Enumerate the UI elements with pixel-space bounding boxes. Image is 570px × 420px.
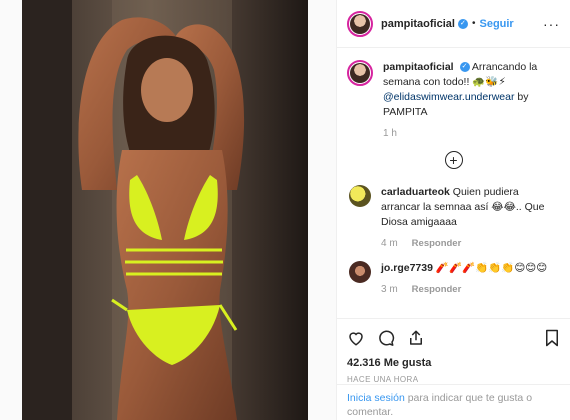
comment-meta: 3 m Responder xyxy=(381,282,560,297)
comment-time[interactable]: 3 m xyxy=(381,282,398,297)
reply-button[interactable]: Responder xyxy=(412,236,462,251)
reply-button[interactable]: Responder xyxy=(412,282,462,297)
more-options-icon[interactable]: ··· xyxy=(543,17,560,31)
login-link[interactable]: Inicia sesión xyxy=(347,392,405,404)
caption-body: pampitaoficial ✓ Arrancando la semana co… xyxy=(383,60,560,141)
caption-meta: 1 h xyxy=(383,126,560,141)
commenter-avatar[interactable] xyxy=(349,261,371,283)
comments-list: pampitaoficial ✓ Arrancando la semana co… xyxy=(337,48,570,318)
post-header: pampitaoficial ✓ • Seguir ··· xyxy=(337,0,570,48)
share-icon[interactable] xyxy=(407,329,425,347)
post-photo[interactable] xyxy=(22,0,308,420)
caption-mention-link[interactable]: @elidaswimwear.underwear xyxy=(383,91,514,103)
bookmark-icon[interactable] xyxy=(544,329,560,347)
verified-badge-icon: ✓ xyxy=(457,18,468,29)
post-actions: 42.316 Me gusta HACE UNA HORA xyxy=(337,318,570,384)
comment-time[interactable]: 4 m xyxy=(381,236,398,251)
login-prompt: Inicia sesión para indicar que te gusta … xyxy=(337,384,570,419)
commenter-avatar[interactable] xyxy=(349,185,371,207)
post-image xyxy=(22,0,308,420)
plus-circle-icon[interactable]: + xyxy=(444,151,463,169)
action-icons xyxy=(347,327,560,349)
heart-icon[interactable] xyxy=(347,329,365,347)
caption-time[interactable]: 1 h xyxy=(383,126,397,141)
comment-username[interactable]: jo.rge7739 xyxy=(381,262,433,274)
comment-body: jo.rge7739 🧨🧨🧨👏👏👏😊😊😊 3 m Responder xyxy=(381,261,560,297)
author-avatar[interactable] xyxy=(347,10,373,37)
caption-avatar[interactable] xyxy=(347,60,373,86)
comment-item: jo.rge7739 🧨🧨🧨👏👏👏😊😊😊 3 m Responder xyxy=(347,261,560,297)
comment-text: 🧨🧨🧨👏👏👏😊😊😊 xyxy=(435,262,548,274)
comment-username[interactable]: carladuarteok xyxy=(381,186,450,198)
comment-icon[interactable] xyxy=(377,329,395,347)
likes-count[interactable]: 42.316 Me gusta xyxy=(347,357,560,369)
verified-badge-icon: ✓ xyxy=(459,62,470,73)
comment-body: carladuarteok Quien pudiera arrancar la … xyxy=(381,185,560,251)
post-details-panel: pampitaoficial ✓ • Seguir ··· pampitaofi… xyxy=(336,0,570,420)
caption-username[interactable]: pampitaoficial xyxy=(383,61,454,73)
load-more-row: + xyxy=(347,151,560,169)
author-username[interactable]: pampitaoficial xyxy=(381,18,455,30)
post-timestamp[interactable]: HACE UNA HORA xyxy=(347,375,560,384)
caption: pampitaoficial ✓ Arrancando la semana co… xyxy=(347,60,560,141)
separator-dot: • xyxy=(471,18,476,29)
comment-meta: 4 m Responder xyxy=(381,236,560,251)
comment-item: carladuarteok Quien pudiera arrancar la … xyxy=(347,185,560,251)
follow-button[interactable]: Seguir xyxy=(479,18,513,30)
